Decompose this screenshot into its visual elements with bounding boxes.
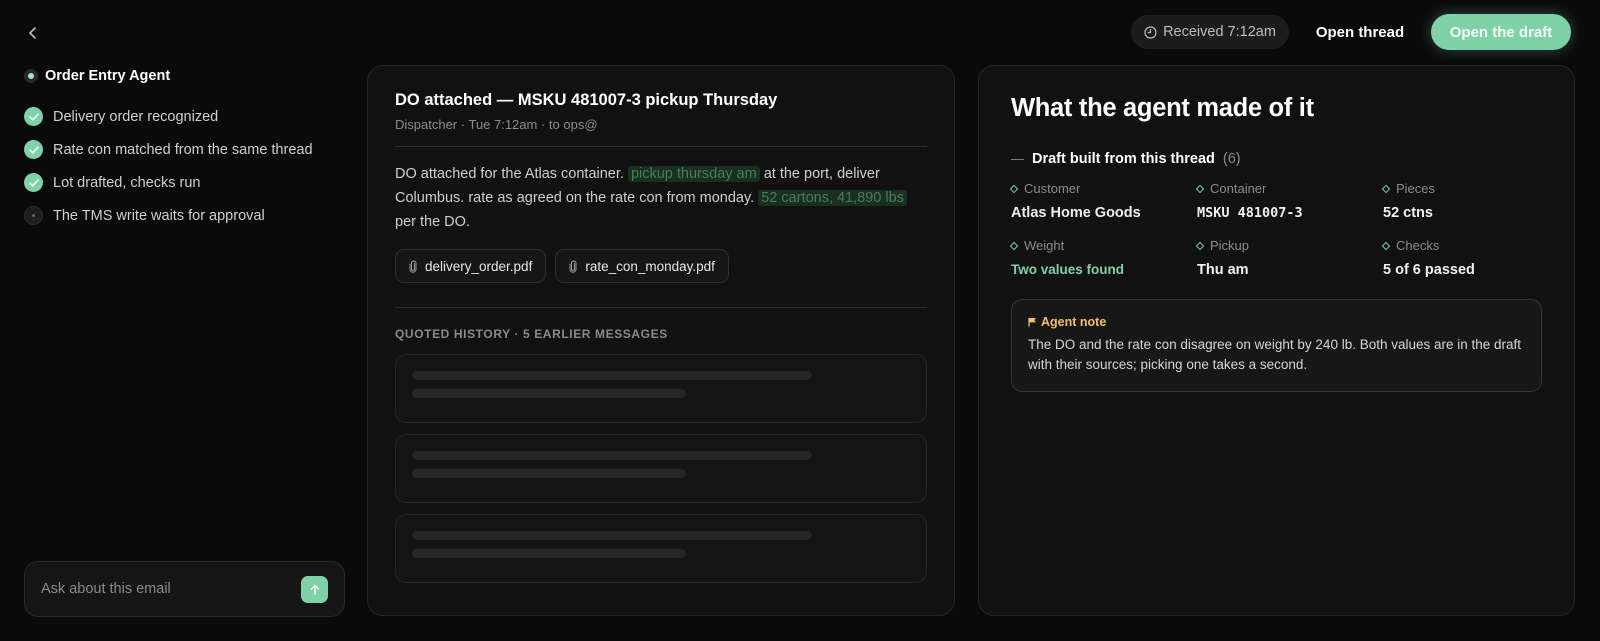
field-checks: Checks 5 of 6 passed: [1381, 238, 1569, 278]
draft-count: (6): [1222, 151, 1241, 167]
check-icon: [24, 140, 43, 159]
received-badge: Received 7:12am: [1131, 15, 1289, 49]
agent-steps: Delivery order recognized Rate con match…: [24, 100, 313, 232]
email-body-text: per the DO.: [395, 214, 470, 230]
dash-icon: [1011, 158, 1024, 160]
quoted-message[interactable]: [395, 434, 927, 503]
step-item: The TMS write waits for approval: [24, 199, 313, 232]
skeleton-line: [412, 389, 686, 398]
app-root: Order Entry Agent Delivery order recogni…: [0, 0, 1600, 641]
email-body: DO attached for the Atlas container. pic…: [395, 162, 927, 234]
check-icon: [24, 173, 43, 192]
quoted-history-list: [395, 354, 927, 583]
draft-fields: Customer Atlas Home Goods Container MSKU…: [1009, 181, 1542, 278]
email-subject: DO attached — MSKU 481007-3 pickup Thurs…: [395, 91, 778, 109]
field-customer: Customer Atlas Home Goods: [1009, 181, 1197, 221]
step-item: Rate con matched from the same thread: [24, 133, 313, 166]
received-text: Received 7:12am: [1163, 24, 1276, 40]
ask-input[interactable]: [41, 581, 281, 597]
field-pickup: Pickup Thu am: [1195, 238, 1383, 278]
step-label: Delivery order recognized: [53, 108, 219, 125]
divider: [395, 146, 927, 147]
diamond-icon: [1381, 241, 1391, 250]
clock-icon: [1144, 25, 1157, 39]
field-label: Pieces: [1396, 181, 1436, 196]
field-value: Atlas Home Goods: [1011, 205, 1141, 221]
field-value-weight-conflict[interactable]: Two values found: [1011, 262, 1197, 277]
field-label: Container: [1210, 181, 1267, 196]
field-value: 5 of 6 passed: [1383, 262, 1475, 278]
open-draft-button[interactable]: Open the draft: [1431, 14, 1571, 50]
step-label: The TMS write waits for approval: [53, 207, 265, 224]
step-label: Lot drafted, checks run: [53, 174, 201, 191]
field-label: Customer: [1024, 181, 1081, 196]
highlight-pickup: pickup thursday am: [627, 166, 760, 182]
draft-label: Draft built from this thread: [1032, 151, 1215, 167]
diamond-icon: [1195, 241, 1205, 250]
field-weight: Weight Two values found: [1009, 238, 1197, 278]
check-icon: [24, 107, 43, 126]
agent-note-title-text: Agent note: [1041, 315, 1107, 329]
paperclip-icon: [569, 260, 577, 273]
highlight-weight: 52 cartons, 41,890 lbs: [758, 190, 907, 206]
field-pieces: Pieces 52 ctns: [1381, 181, 1569, 221]
email-panel: DO attached — MSKU 481007-3 pickup Thurs…: [367, 65, 955, 616]
field-value: Thu am: [1197, 262, 1249, 278]
open-thread-button[interactable]: Open thread: [1304, 15, 1416, 49]
chevron-left-icon: [29, 27, 36, 39]
field-value: MSKU 481007-3: [1197, 205, 1303, 221]
diamond-icon: [1009, 184, 1019, 193]
attachment-rate-con[interactable]: rate_con_monday.pdf: [555, 249, 729, 283]
step-label: Rate con matched from the same thread: [53, 141, 313, 158]
attachment-name: delivery_order.pdf: [425, 258, 533, 274]
back-button[interactable]: [22, 22, 44, 44]
agent-analysis-panel: What the agent made of it Draft built fr…: [978, 65, 1575, 616]
skeleton-line: [412, 469, 686, 478]
agent-status-dot: [24, 69, 38, 83]
attachments: delivery_order.pdf rate_con_monday.pdf: [395, 249, 927, 283]
step-item: Lot drafted, checks run: [24, 166, 313, 199]
diamond-icon: [1195, 184, 1205, 193]
skeleton-line: [412, 371, 812, 380]
agent-note: Agent note The DO and the rate con disag…: [1011, 299, 1542, 392]
quoted-message[interactable]: [395, 514, 927, 583]
diamond-icon: [1009, 241, 1019, 250]
email-body-text: DO attached for the Atlas container.: [395, 166, 628, 182]
field-value: 52 ctns: [1383, 205, 1433, 221]
send-button[interactable]: [301, 575, 328, 603]
divider: [395, 307, 927, 308]
quoted-message[interactable]: [395, 354, 927, 423]
arrow-up-icon: [310, 584, 319, 595]
panel-heading: What the agent made of it: [1011, 94, 1314, 122]
agent-title: Order Entry Agent: [45, 68, 171, 84]
ask-input-container: [24, 561, 345, 617]
field-label: Weight: [1024, 238, 1065, 253]
pending-dot-icon: [24, 206, 43, 225]
draft-summary-header: Draft built from this thread (6): [1011, 151, 1542, 167]
agent-note-title: Agent note: [1028, 315, 1525, 329]
agent-note-text: The DO and the rate con disagree on weig…: [1028, 337, 1522, 372]
attachment-name: rate_con_monday.pdf: [585, 258, 715, 274]
attachment-delivery-order[interactable]: delivery_order.pdf: [395, 249, 547, 283]
step-item: Delivery order recognized: [24, 100, 313, 133]
flag-icon: [1028, 318, 1036, 327]
skeleton-line: [412, 549, 686, 558]
paperclip-icon: [409, 260, 417, 273]
quoted-history-label: QUOTED HISTORY · 5 EARLIER MESSAGES: [395, 327, 668, 341]
agent-header: Order Entry Agent: [24, 68, 170, 84]
skeleton-line: [412, 531, 812, 540]
diamond-icon: [1381, 184, 1391, 193]
skeleton-line: [412, 451, 812, 460]
field-container: Container MSKU 481007-3: [1195, 181, 1383, 221]
field-label: Pickup: [1210, 238, 1250, 253]
field-label: Checks: [1396, 238, 1440, 253]
email-meta: Dispatcher · Tue 7:12am · to ops@: [395, 117, 598, 132]
